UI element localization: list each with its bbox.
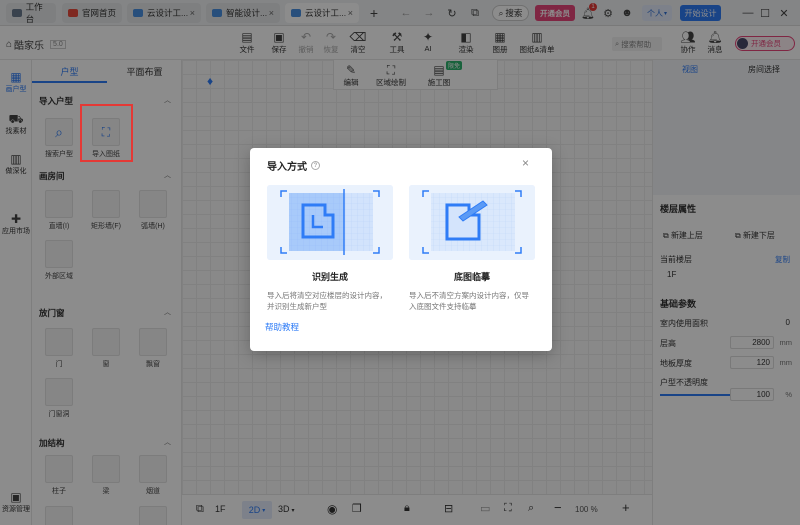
option-trace-title: 底图临摹 — [453, 272, 490, 282]
help-tutorial-link[interactable]: 帮助教程 — [265, 321, 299, 333]
dialog-title: 导入方式 ? — [267, 158, 320, 173]
option-trace-desc: 导入后不清空方案内设计内容，仅导入底图文件支持临摹 — [409, 291, 529, 311]
option-recognize-desc: 导入后将清空对应楼层的设计内容，并识别生成新户型 — [267, 291, 387, 311]
option-recognize-card[interactable] — [267, 185, 393, 260]
option-trace-card[interactable] — [409, 185, 535, 260]
info-icon[interactable]: ? — [311, 161, 320, 170]
dialog-close-icon[interactable]: × — [522, 156, 529, 170]
recognize-illustration — [267, 185, 393, 260]
option-recognize-title: 识别生成 — [311, 272, 348, 282]
import-method-dialog: 导入方式 ? × 识别生成 导入后将清空对应楼层的设计内容，并识别生成新户型 底… — [250, 148, 552, 351]
trace-illustration — [409, 185, 535, 260]
import-drawing-highlight — [80, 104, 133, 162]
